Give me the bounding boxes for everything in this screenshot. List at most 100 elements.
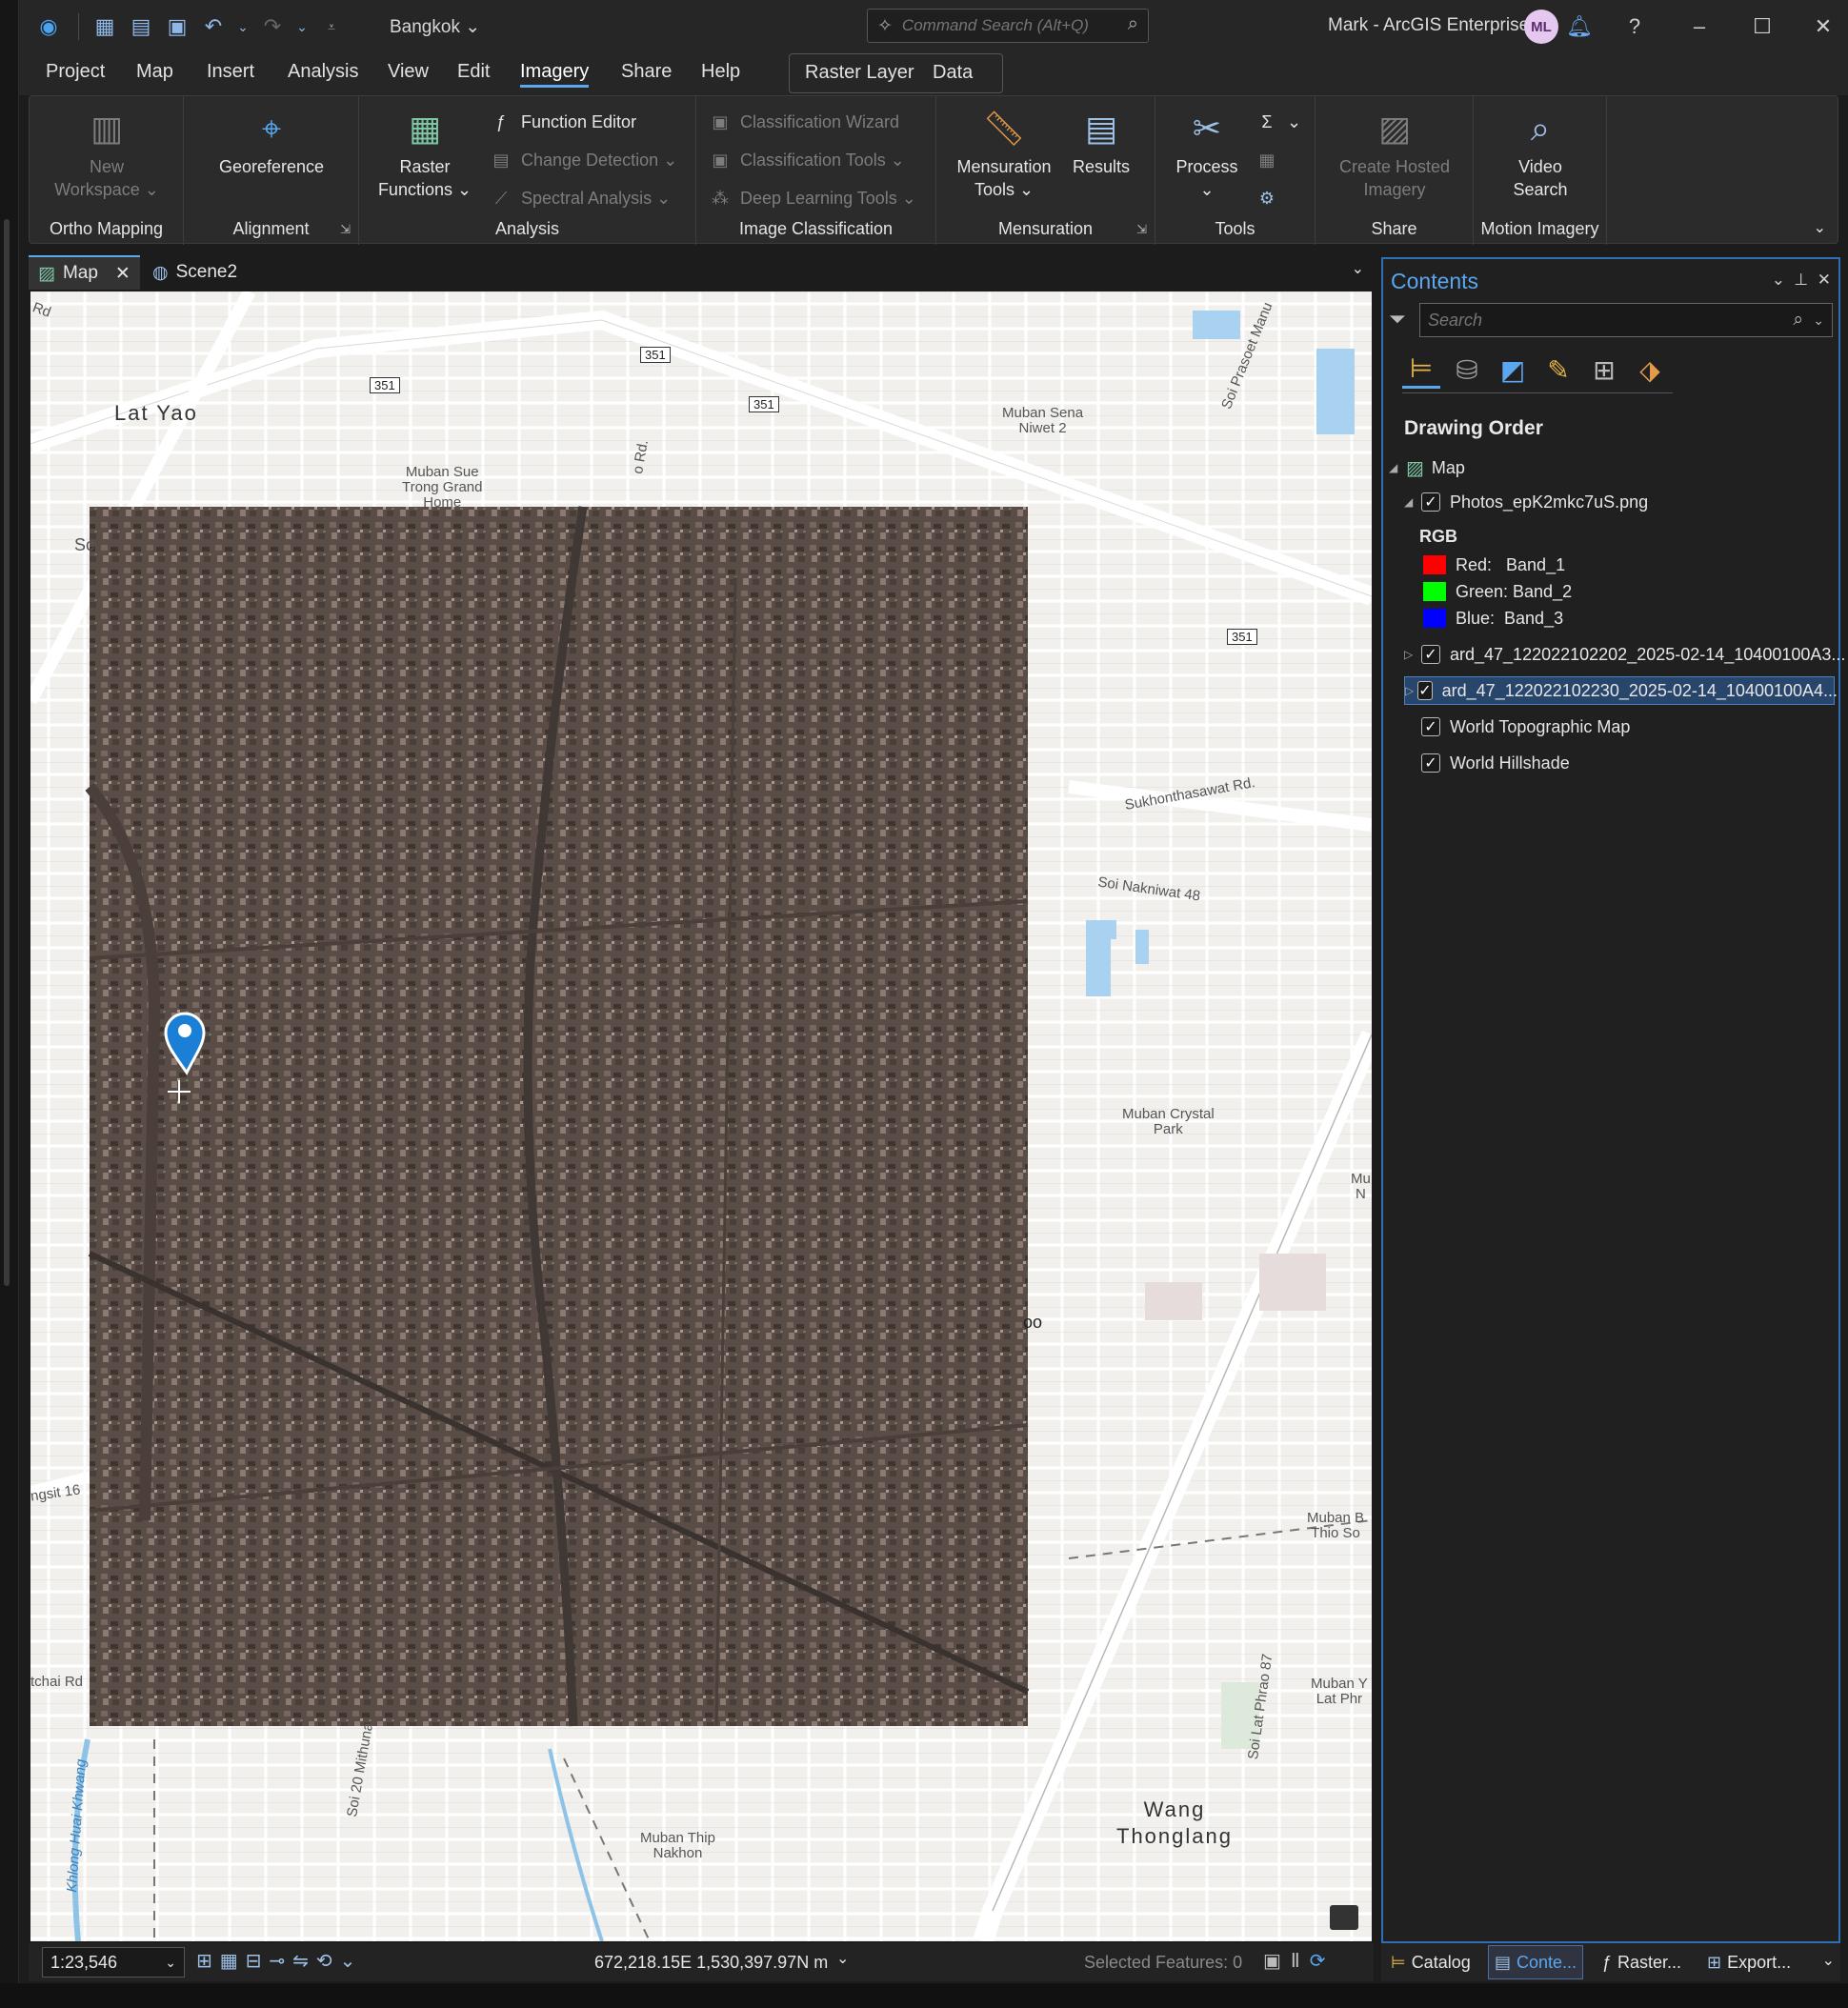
user-signin-label[interactable]: Mark - ArcGIS Enterprise: [1328, 15, 1529, 36]
map-canvas[interactable]: 351 351 351 351 Lat Yao Muban Sue Trong …: [30, 291, 1372, 1941]
coordinate-format-dropdown-icon[interactable]: ⌄: [836, 1949, 849, 1968]
tab-share[interactable]: Share: [621, 61, 672, 83]
selected-features-count[interactable]: Selected Features: 0: [1084, 1953, 1242, 1973]
minimize-icon[interactable]: –: [1682, 10, 1717, 44]
arcgis-pro-logo-icon[interactable]: ◉: [32, 10, 65, 43]
collapse-icon[interactable]: ◢: [1389, 461, 1402, 474]
ribbon-collapse-icon[interactable]: ⌄: [1814, 218, 1826, 237]
list-by-data-source-icon[interactable]: ⛁: [1448, 351, 1486, 389]
tab-scene2-view[interactable]: ◍ Scene2: [143, 255, 247, 290]
expand-icon[interactable]: ▷: [1404, 648, 1417, 661]
tab-analysis[interactable]: Analysis: [288, 61, 358, 83]
close-icon[interactable]: ✕: [1806, 10, 1840, 44]
expand-icon[interactable]: ▷: [1405, 684, 1414, 697]
undo-dropdown-icon[interactable]: ⌄: [233, 10, 252, 43]
left-scroll-grip[interactable]: [4, 219, 10, 1286]
save-project-icon[interactable]: ▣: [161, 10, 193, 43]
tab-raster-layer[interactable]: Raster Layer: [805, 62, 914, 84]
georeference-button[interactable]: ⌖ Georeference: [203, 104, 340, 178]
notifications-icon[interactable]: 🔔︎: [1562, 10, 1597, 44]
spectral-analysis-button[interactable]: ⟋ Spectral Analysis ⌄: [489, 184, 671, 212]
layer-visibility-checkbox[interactable]: ✓: [1421, 753, 1440, 773]
command-search-box[interactable]: ✧ ⌕: [867, 9, 1149, 43]
layer-row[interactable]: ✓ World Hillshade: [1421, 749, 1570, 777]
tools-extra-button-1[interactable]: Σ ⌄: [1255, 108, 1301, 136]
status-extra-icons[interactable]: ▣Ⅱ⟳: [1263, 1949, 1336, 1973]
tab-edit[interactable]: Edit: [457, 61, 490, 83]
help-icon[interactable]: ?: [1617, 10, 1652, 44]
new-project-icon[interactable]: ▦: [89, 10, 121, 43]
pane-options-icon[interactable]: ⌄: [1772, 271, 1785, 290]
avatar[interactable]: ML: [1524, 10, 1558, 44]
tab-map[interactable]: Map: [136, 61, 173, 83]
tab-raster-functions[interactable]: ƒ Raster...: [1597, 1945, 1687, 1979]
classification-wizard-button[interactable]: ▣ Classification Wizard: [708, 108, 899, 136]
tab-export[interactable]: ⊞ Export...: [1701, 1945, 1797, 1979]
tab-contents[interactable]: ▤ Conte...: [1488, 1945, 1584, 1979]
search-icon[interactable]: ⌕: [1793, 310, 1803, 331]
view-tabs-dropdown-icon[interactable]: ⌄: [1352, 259, 1364, 278]
undo-icon[interactable]: ↶: [197, 10, 230, 43]
mensuration-launcher-icon[interactable]: ⇲: [1136, 222, 1147, 237]
command-search-input[interactable]: [901, 16, 1093, 35]
contents-search-box[interactable]: ⌕ ⌄: [1419, 303, 1833, 337]
alignment-launcher-icon[interactable]: ⇲: [340, 222, 351, 237]
new-workspace-button[interactable]: ▥ New Workspace ⌄: [43, 104, 171, 201]
list-by-drawing-order-icon[interactable]: ⊨: [1402, 351, 1440, 389]
mensuration-tools-button[interactable]: 📏︎ Mensuration Tools ⌄: [952, 104, 1056, 201]
layer-row-selected[interactable]: ▷ ✓ ard_47_122022102230_2025-02-14_10400…: [1404, 676, 1838, 705]
list-by-labeling-icon[interactable]: ⬗: [1631, 351, 1669, 389]
customize-qat-icon[interactable]: ⩡: [315, 10, 348, 43]
tab-view[interactable]: View: [388, 61, 429, 83]
layer-visibility-checkbox[interactable]: ✓: [1421, 717, 1440, 736]
search-icon[interactable]: ⌕: [1128, 13, 1138, 35]
collapse-icon[interactable]: ◢: [1404, 495, 1417, 509]
layer-row[interactable]: ◢ ✓ Photos_epK2mkc7uS.png: [1404, 488, 1648, 516]
maximize-icon[interactable]: ☐: [1745, 10, 1779, 44]
pane-tabs-overflow-icon[interactable]: ⌄: [1822, 1951, 1835, 1970]
filter-icon[interactable]: ⏷: [1389, 307, 1406, 331]
project-name-dropdown[interactable]: Bangkok ⌄: [390, 16, 480, 38]
close-pane-icon[interactable]: ✕: [1818, 271, 1831, 290]
pin-icon[interactable]: ⊥: [1794, 271, 1808, 290]
tab-map-view[interactable]: ▨ Map ✕: [29, 255, 140, 290]
place-lat-yao: Lat Yao: [114, 401, 198, 425]
tools-extra-button-2[interactable]: ▦: [1255, 146, 1287, 174]
results-button[interactable]: ▤ Results: [1066, 104, 1136, 178]
layer-visibility-checkbox[interactable]: ✓: [1421, 492, 1440, 512]
create-hosted-imagery-button[interactable]: ▨ Create Hosted Imagery: [1325, 104, 1464, 201]
classification-tools-button[interactable]: ▣ Classification Tools ⌄: [708, 146, 904, 174]
raster-functions-button[interactable]: ▦ Raster Functions ⌄: [372, 104, 477, 201]
scale-selector[interactable]: 1:23,546 ⌄: [42, 1947, 185, 1978]
tab-insert[interactable]: Insert: [207, 61, 254, 83]
layer-visibility-checkbox[interactable]: ✓: [1417, 681, 1433, 700]
layer-row[interactable]: ✓ World Topographic Map: [1421, 713, 1630, 741]
chevron-down-icon: ⌄: [165, 1954, 176, 1970]
list-by-selection-icon[interactable]: ◩: [1494, 351, 1532, 389]
open-project-icon[interactable]: ▤: [125, 10, 157, 43]
tools-extra-button-3[interactable]: ⚙: [1255, 184, 1287, 212]
process-button[interactable]: ✂ Process ⌄: [1165, 104, 1249, 201]
tab-project[interactable]: Project: [46, 61, 105, 83]
chevron-down-icon[interactable]: ⌄: [1813, 312, 1824, 329]
map-overview-icon[interactable]: [1330, 1905, 1358, 1930]
list-by-editing-icon[interactable]: ✎: [1539, 351, 1577, 389]
sparkle-icon: ✧: [877, 15, 893, 36]
change-detection-button[interactable]: ▤ Change Detection ⌄: [489, 146, 677, 174]
layer-row[interactable]: ▷ ✓ ard_47_122022102202_2025-02-14_10400…: [1404, 640, 1845, 669]
redo-dropdown-icon[interactable]: ⌄: [292, 10, 311, 43]
video-search-button[interactable]: ⌕ Video Search: [1496, 104, 1584, 201]
tab-imagery[interactable]: Imagery: [520, 61, 590, 88]
close-map-tab-icon[interactable]: ✕: [115, 263, 131, 285]
tab-catalog[interactable]: ⊨ Catalog: [1385, 1945, 1476, 1979]
tab-help[interactable]: Help: [701, 61, 740, 83]
layer-visibility-checkbox[interactable]: ✓: [1421, 645, 1440, 664]
function-editor-button[interactable]: ƒ Function Editor: [489, 108, 636, 136]
list-by-snapping-icon[interactable]: ⊞: [1585, 351, 1623, 389]
redo-icon[interactable]: ↷: [256, 10, 289, 43]
map-root-row[interactable]: ◢ ▨ Map: [1389, 453, 1465, 482]
deep-learning-tools-button[interactable]: ⁂ Deep Learning Tools ⌄: [708, 184, 916, 212]
contents-search-input[interactable]: [1428, 310, 1752, 331]
navigation-tools-icons[interactable]: ⊞▦⊟⊸⇋⟲⌄: [196, 1949, 363, 1973]
tab-data[interactable]: Data: [933, 62, 973, 84]
